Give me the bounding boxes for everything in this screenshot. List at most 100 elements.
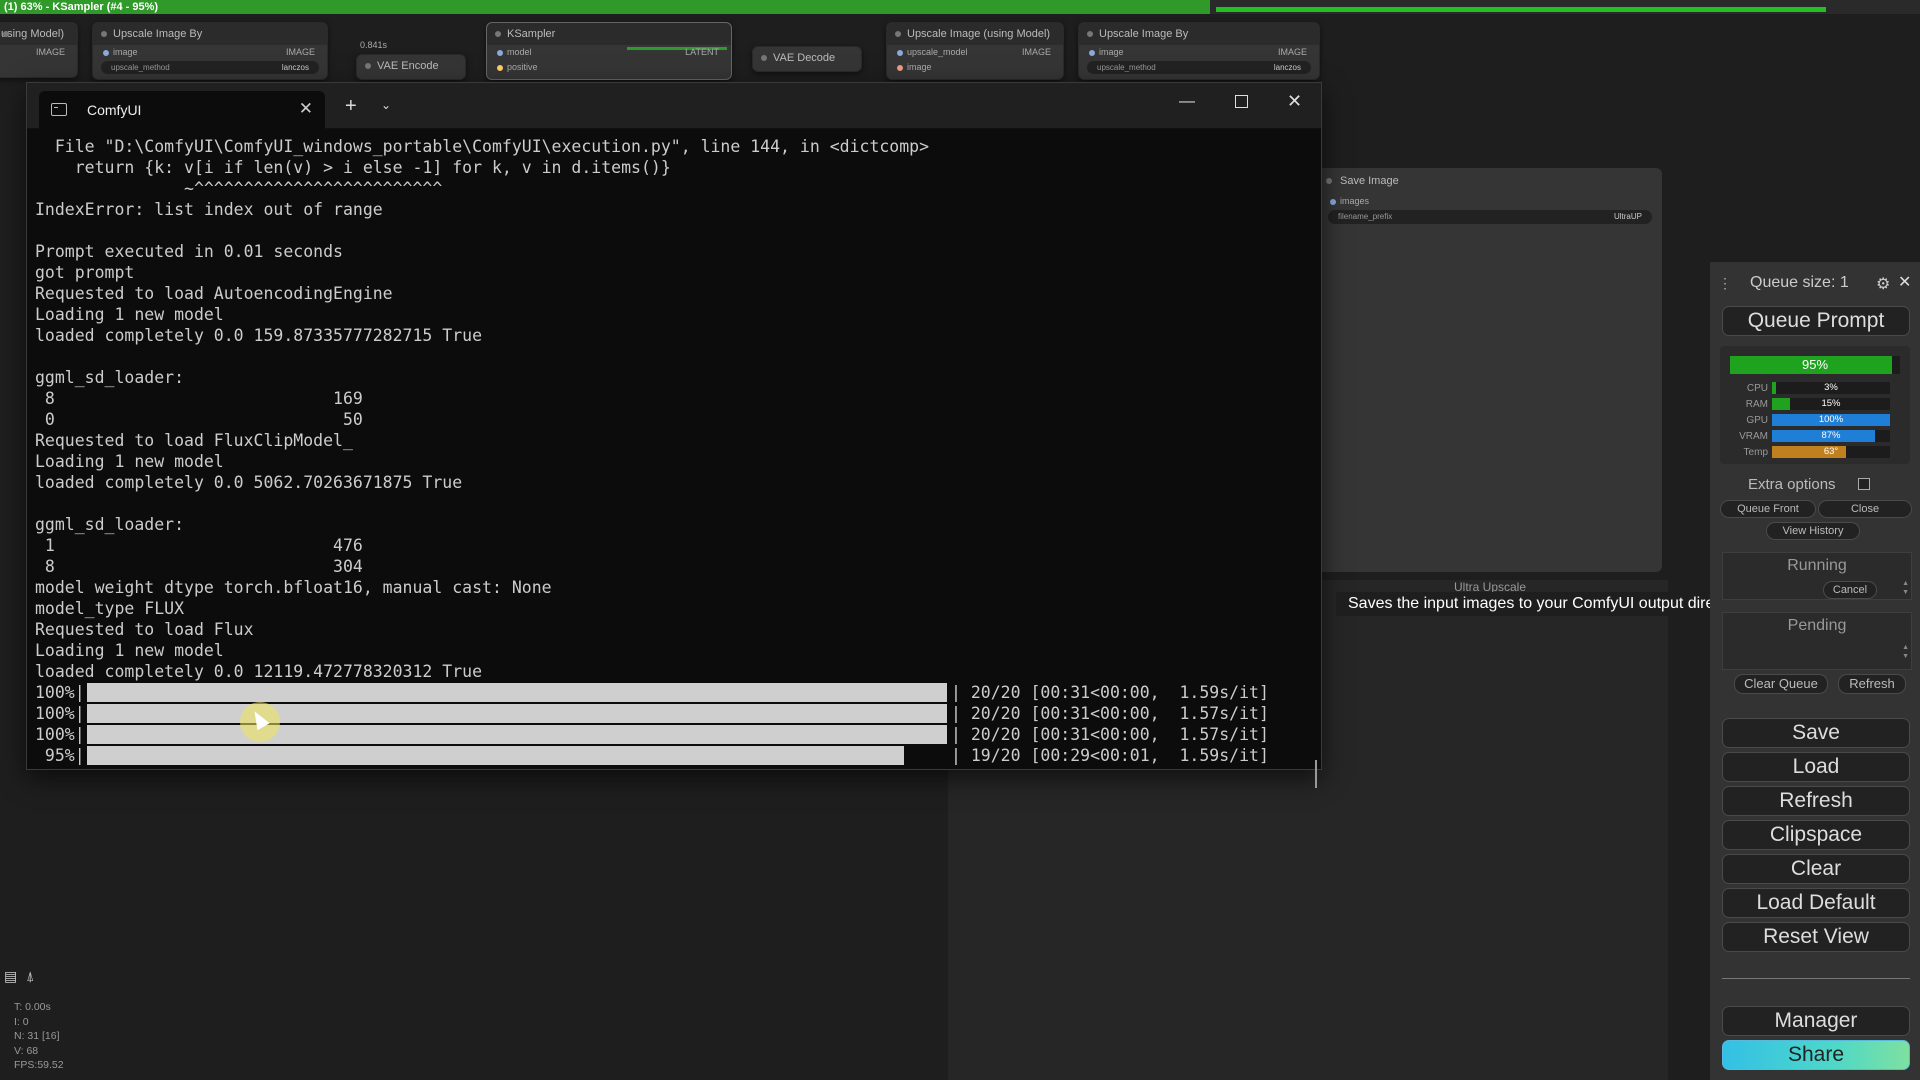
node-title: KSampler — [487, 23, 731, 45]
upscale-method-widget[interactable]: upscale_method lanczos — [1087, 61, 1311, 74]
node-vae-decode[interactable]: VAE Decode — [752, 46, 862, 72]
view-history-button[interactable]: View History — [1766, 522, 1860, 540]
queue-size: Queue size: 1 — [1750, 274, 1849, 291]
close-button[interactable]: Close — [1818, 500, 1912, 518]
terminal-output[interactable]: File "D:\ComfyUI\ComfyUI_windows_portabl… — [27, 130, 1321, 788]
terminal-line: ggml_sd_loader: — [35, 368, 185, 387]
extra-options-checkbox[interactable] — [1858, 478, 1870, 490]
filename-prefix-widget[interactable]: filename_prefix UltraUP — [1328, 210, 1652, 224]
terminal-titlebar[interactable]: ComfyUI ✕ + ⌄ — ✕ — [27, 83, 1321, 129]
input-label: image — [1099, 47, 1124, 57]
terminal-scrollbar[interactable] — [1315, 760, 1317, 788]
monitor-value: 63° — [1823, 446, 1839, 457]
input-label: image — [113, 47, 138, 57]
canvas-tools: ▤ ⍋ — [4, 968, 48, 986]
queue-prompt-button[interactable]: Queue Prompt — [1722, 306, 1910, 336]
input-label: images — [1340, 196, 1370, 206]
load-default-button[interactable]: Load Default — [1722, 888, 1910, 918]
progress-fill — [87, 746, 904, 765]
input-dot[interactable] — [1330, 198, 1336, 205]
output-label: IMAGE — [285, 47, 315, 57]
input-label: upscale_model — [907, 47, 968, 57]
scroll-arrows-icon[interactable]: ▲ ▼ — [1902, 579, 1909, 597]
new-tab-icon[interactable]: + — [345, 95, 357, 118]
terminal-line: loaded completely 0.0 5062.70263671875 T… — [35, 473, 463, 492]
progress-fill — [87, 683, 947, 702]
reset-view-button[interactable]: Reset View — [1722, 922, 1910, 952]
chevron-down-icon[interactable]: ⌄ — [381, 98, 391, 112]
queue-front-button[interactable]: Queue Front — [1720, 500, 1816, 518]
terminal-line: IndexError: list index out of range — [35, 200, 383, 219]
progress-stats: | 20/20 [00:31<00:00, 1.57s/it] — [951, 704, 1269, 723]
clipboard-icon[interactable]: ▤ — [4, 968, 20, 984]
node-upscale-image-using-model[interactable]: Upscale Image (using Model) upscale_mode… — [886, 22, 1064, 80]
scroll-arrows-icon[interactable]: ▲ ▼ — [1902, 643, 1909, 661]
refresh-queue-button[interactable]: Refresh — [1838, 674, 1906, 694]
load-button[interactable]: Load — [1722, 752, 1910, 782]
node-upscale-image-by-2[interactable]: Upscale Image By image IMAGE upscale_meth… — [1078, 22, 1320, 80]
monitor-track: 100% — [1772, 414, 1890, 426]
refresh-button[interactable]: Refresh — [1722, 786, 1910, 816]
input-dot[interactable] — [897, 64, 903, 71]
share-button[interactable]: Share — [1722, 1040, 1910, 1070]
terminal-line: Loading 1 new model — [35, 641, 224, 660]
monitor-row-gpu: GPU 100% — [1730, 414, 1900, 427]
progress-track — [87, 704, 947, 723]
pin-icon[interactable]: ⍋ — [26, 968, 42, 984]
title-progress-fill-secondary — [1216, 7, 1826, 12]
node-vae-encode[interactable]: VAE Encode — [356, 54, 466, 80]
clear-queue-button[interactable]: Clear Queue — [1734, 674, 1828, 694]
input-dot[interactable] — [897, 49, 903, 56]
tab-label: ComfyUI — [87, 102, 142, 118]
clear-button[interactable]: Clear — [1722, 854, 1910, 884]
output-label: IMAGE — [35, 47, 65, 57]
terminal-line: model weight dtype torch.bfloat16, manua… — [35, 578, 552, 597]
terminal-line: 0 50 — [35, 410, 363, 429]
running-heading: Running — [1787, 557, 1847, 574]
widget-label: upscale_method — [111, 63, 170, 72]
close-window-icon[interactable]: ✕ — [1287, 91, 1302, 112]
terminal-tab[interactable]: ComfyUI ✕ — [39, 91, 325, 129]
node-save-image[interactable]: Save Image images filename_prefix UltraUP — [1318, 168, 1662, 572]
input-dot[interactable] — [103, 49, 109, 56]
node-title: Upscale Image By — [93, 23, 327, 45]
title-progress-fill — [0, 0, 1210, 14]
monitor-label: VRAM — [1739, 431, 1768, 442]
running-list: Running Cancel ▲ ▼ — [1722, 552, 1912, 600]
save-button[interactable]: Save — [1722, 718, 1910, 748]
close-tab-icon[interactable]: ✕ — [299, 99, 313, 119]
node-title: VAE Decode — [753, 47, 861, 69]
input-dot[interactable] — [1089, 49, 1095, 56]
terminal-window[interactable]: ComfyUI ✕ + ⌄ — ✕ File "D:\ComfyUI\Comfy… — [26, 82, 1322, 788]
progress-percent: 100%| — [35, 704, 85, 723]
node-upscale-image-by[interactable]: Upscale Image By image IMAGE upscale_meth… — [92, 22, 328, 80]
node-upscale-model-partial[interactable]: using Model) IMAGE — [0, 22, 78, 78]
clipspace-button[interactable]: Clipspace — [1722, 820, 1910, 850]
progress-stats: | 20/20 [00:31<00:00, 1.57s/it] — [951, 725, 1269, 744]
gear-icon[interactable]: ⚙ — [1876, 274, 1890, 294]
node-tooltip: Saves the input images to your ComfyUI o… — [1336, 592, 1765, 616]
monitor-value: 3% — [1824, 382, 1838, 393]
minimize-icon[interactable]: — — [1179, 93, 1195, 111]
queue-panel[interactable]: ⋮ Queue size: 1 ⚙ ✕ Queue Prompt 95% CPU… — [1710, 262, 1920, 1080]
terminal-line: 1 476 — [35, 536, 363, 555]
manager-button[interactable]: Manager — [1722, 1006, 1910, 1036]
input-dot[interactable] — [497, 64, 503, 71]
divider — [1722, 978, 1910, 979]
node-title: using Model) — [0, 23, 77, 45]
close-icon[interactable]: ✕ — [1898, 272, 1911, 292]
stat-time: T: 0.00s — [14, 1001, 51, 1013]
drag-handle-icon[interactable]: ⋮ — [1718, 275, 1732, 292]
input-dot[interactable] — [497, 49, 503, 56]
upscale-method-widget[interactable]: upscale_method lanczos — [101, 61, 319, 74]
pending-list: Pending ▲ ▼ — [1722, 612, 1912, 670]
node-ksampler[interactable]: KSampler model LATENT positive — [486, 22, 732, 80]
progress-percent: 100%| — [35, 725, 85, 744]
terminal-line: ggml_sd_loader: — [35, 515, 185, 534]
sampling-progress-bar: 95% — [1730, 356, 1900, 374]
cancel-button[interactable]: Cancel — [1823, 581, 1877, 599]
terminal-line: Requested to load Flux — [35, 620, 254, 639]
node-title: Upscale Image By — [1079, 23, 1319, 45]
progress-stats: | 19/20 [00:29<00:01, 1.59s/it] — [951, 746, 1269, 765]
maximize-icon[interactable] — [1235, 95, 1248, 108]
